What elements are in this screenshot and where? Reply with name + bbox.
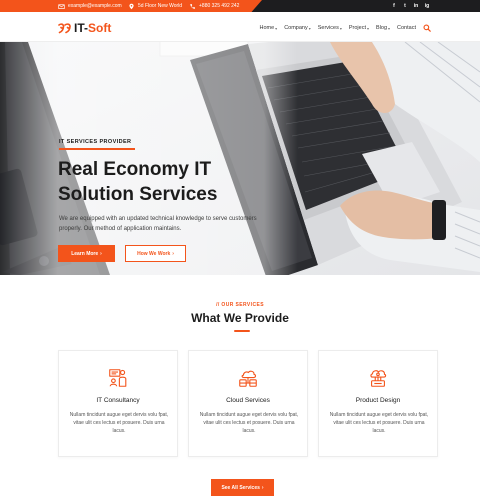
- phone-contact[interactable]: +880 325 492 242: [189, 0, 239, 12]
- service-card-it-consultancy[interactable]: IT Consultancy Nullam tincidunt augue eg…: [58, 350, 178, 457]
- social-links: f t in ig: [391, 2, 430, 9]
- services-title-underline: [234, 330, 250, 332]
- card-text: Nullam tincidunt augue eget dervis volu …: [199, 412, 299, 434]
- chevron-down-icon: ▾: [339, 25, 342, 31]
- twitter-icon[interactable]: t: [402, 2, 408, 9]
- services-eyebrow: // OUR SERVICES: [216, 302, 264, 308]
- services-title: What We Provide: [191, 311, 289, 325]
- logo-mark-icon: [58, 22, 71, 33]
- service-card-product-design[interactable]: Product Design Nullam tincidunt augue eg…: [318, 350, 438, 457]
- card-text: Nullam tincidunt augue eget dervis volu …: [69, 412, 169, 434]
- email-contact[interactable]: example@example.com: [58, 0, 122, 12]
- hero-eyebrow: IT SERVICES PROVIDER: [59, 139, 132, 145]
- main-navbar: IT-Soft Home ▾ Company ▾ Services ▾ Project…: [0, 12, 480, 42]
- see-all-services-button[interactable]: See All Services ›: [211, 479, 274, 496]
- phone-text: +880 325 492 242: [199, 3, 240, 9]
- chevron-down-icon: ▾: [275, 25, 278, 31]
- nav-item-project[interactable]: Project ▾: [349, 25, 369, 31]
- card-title: Product Design: [355, 397, 401, 404]
- logo-text: IT-Soft: [74, 21, 112, 35]
- chevron-down-icon: ▾: [366, 25, 369, 31]
- card-text: Nullam tincidunt augue eget dervis volu …: [329, 412, 429, 434]
- instagram-icon[interactable]: ig: [424, 2, 430, 9]
- card-title: IT Consultancy: [96, 397, 140, 404]
- envelope-icon: [58, 3, 65, 9]
- hero-title: Real Economy IT Solution Services: [58, 159, 218, 205]
- address-text: 5d Floor New World: [138, 3, 183, 9]
- nav-item-contact[interactable]: Contact: [397, 25, 416, 31]
- email-text: example@example.com: [68, 3, 122, 9]
- chevron-right-icon: ›: [172, 250, 174, 257]
- hero-description: We are equipped with an updated technica…: [59, 216, 257, 232]
- chevron-right-icon: ›: [261, 484, 264, 491]
- nav-item-company[interactable]: Company ▾: [284, 25, 311, 31]
- chevron-down-icon: ▾: [308, 25, 311, 31]
- phone-icon: [190, 3, 196, 9]
- chevron-right-icon: ›: [100, 250, 102, 257]
- consultancy-icon: [109, 369, 127, 387]
- location-icon: [129, 3, 134, 9]
- how-we-work-button[interactable]: How We Work ›: [125, 245, 186, 262]
- hero-eyebrow-underline: [59, 148, 135, 150]
- address-contact: 5d Floor New World: [128, 0, 182, 12]
- site-logo[interactable]: IT-Soft: [58, 21, 111, 35]
- search-icon[interactable]: [423, 24, 431, 32]
- facebook-icon[interactable]: f: [391, 2, 397, 9]
- chevron-down-icon: ▾: [388, 25, 391, 31]
- nav-item-blog[interactable]: Blog ▾: [376, 25, 390, 31]
- cloud-services-icon: [239, 370, 257, 387]
- card-title: Cloud Services: [226, 397, 270, 404]
- product-design-icon: [370, 370, 387, 387]
- primary-nav: Home ▾ Company ▾ Services ▾ Project ▾ Blog ▾ …: [260, 24, 432, 32]
- service-card-cloud-services[interactable]: Cloud Services Nullam tincidunt augue eg…: [188, 350, 308, 457]
- top-bar: example@example.com 5d Floor New World +…: [0, 0, 480, 12]
- learn-more-button[interactable]: Learn More ›: [58, 245, 115, 262]
- nav-item-services[interactable]: Services ▾: [318, 25, 342, 31]
- nav-item-home[interactable]: Home ▾: [260, 25, 278, 31]
- linkedin-icon[interactable]: in: [413, 2, 419, 9]
- hero-section: IT SERVICES PROVIDER Real Economy IT Sol…: [0, 42, 480, 275]
